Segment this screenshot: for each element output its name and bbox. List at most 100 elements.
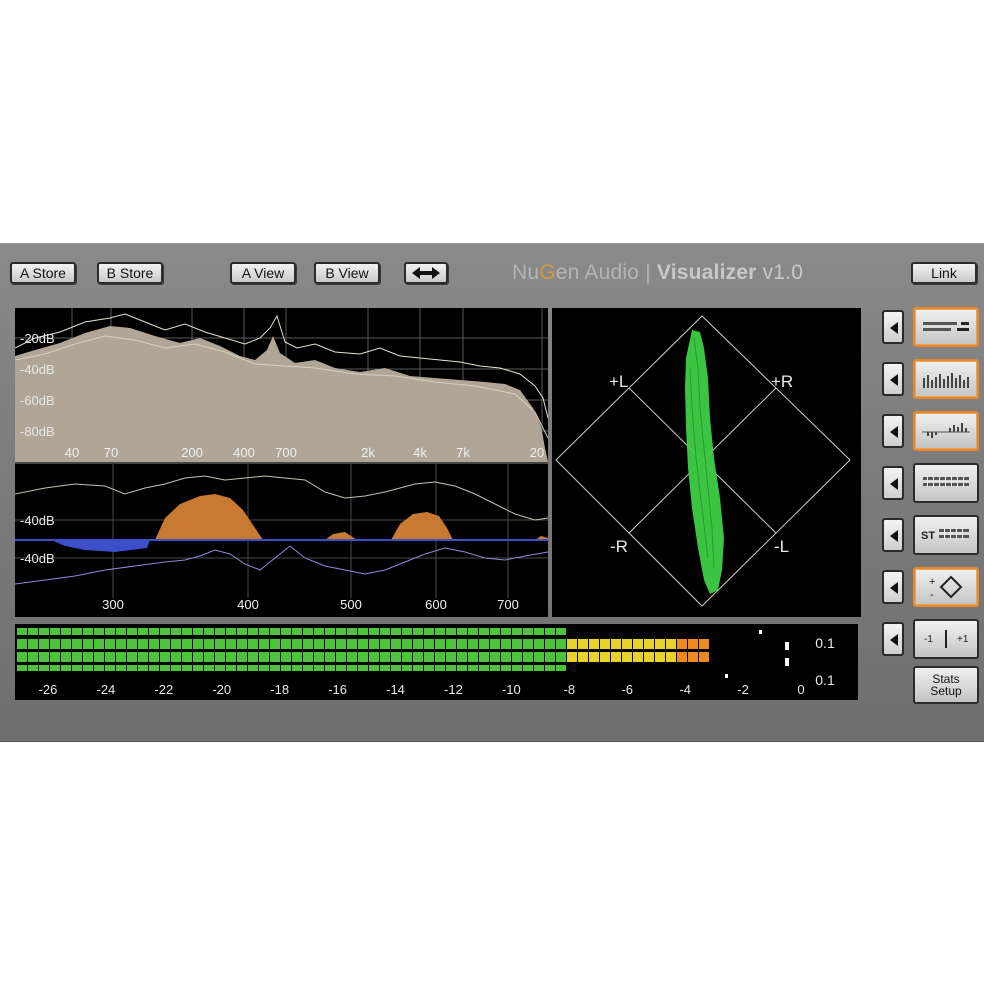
collapse-arrow-button[interactable]: [882, 310, 904, 344]
b-view-button[interactable]: B View: [314, 262, 380, 284]
meter-segment: [424, 665, 434, 671]
stats-setup-button[interactable]: Stats Setup: [913, 666, 979, 704]
a-view-button[interactable]: A View: [230, 262, 296, 284]
meter-segment: [171, 665, 181, 671]
meter-segment: [611, 639, 621, 649]
mode-button-spectrum[interactable]: [913, 359, 979, 399]
difference-x-label: 300: [102, 597, 124, 612]
mode-button-meter-bars[interactable]: [913, 307, 979, 347]
meter-segment: [72, 639, 82, 649]
meter-segment: [347, 639, 357, 649]
meter-segment: [171, 652, 181, 662]
meter-segment: [578, 639, 588, 649]
meter-segment: [435, 665, 445, 671]
meter-segment: [325, 665, 335, 671]
mode-button-difference[interactable]: [913, 411, 979, 451]
meter-peak-holds: [725, 630, 789, 678]
meter-segment: [534, 652, 544, 662]
meter-segment: [490, 665, 500, 671]
meter-segment: [127, 652, 137, 662]
difference-positive-area: [155, 494, 263, 540]
collapse-arrow-button[interactable]: [882, 622, 904, 656]
meter-segment: [204, 665, 214, 671]
spectrum-x-label: 7k: [456, 445, 470, 460]
meter-segment: [116, 652, 126, 662]
difference-x-labels: 300 400 500 600 700: [102, 597, 519, 612]
b-store-button[interactable]: B Store: [97, 262, 163, 284]
triangle-left-icon: [890, 426, 898, 438]
meter-segment: [215, 652, 225, 662]
meter-segment: [50, 628, 60, 635]
difference-lower-envelope: [14, 545, 549, 585]
meter-segment: [512, 628, 522, 635]
meter-segment: [336, 652, 346, 662]
meter-segment: [182, 639, 192, 649]
mode-button-vectorscope[interactable]: + -: [913, 567, 979, 607]
mode-button-correlation[interactable]: -1 +1: [913, 619, 979, 659]
collapse-arrow-button[interactable]: [882, 518, 904, 552]
triangle-left-icon: [890, 634, 898, 646]
swap-ab-button[interactable]: [404, 262, 448, 284]
spectrum-x-label: 70: [104, 445, 118, 460]
meter-segment: [292, 665, 302, 671]
meter-segment: [39, 639, 49, 649]
meter-scale-label: -8: [564, 682, 576, 697]
meter-segment: [314, 628, 324, 635]
spectrum-x-label: 40: [65, 445, 79, 460]
collapse-arrow-button[interactable]: [882, 362, 904, 396]
meter-segment: [358, 665, 368, 671]
collapse-arrow-button[interactable]: [882, 414, 904, 448]
collapse-arrow-button[interactable]: [882, 466, 904, 500]
link-button[interactable]: Link: [911, 262, 977, 284]
meter-segment: [204, 652, 214, 662]
svg-text:+1: +1: [957, 634, 969, 645]
meter-scale-label: -10: [502, 682, 521, 697]
meter-segment: [622, 652, 632, 662]
spectrum-x-label: 400: [233, 445, 255, 460]
correlation-icon: -1 +1: [924, 630, 969, 648]
meter-scale-label: -4: [679, 682, 691, 697]
meter-scale-label: -24: [96, 682, 115, 697]
meter-segment: [303, 639, 313, 649]
meter-segment: [523, 628, 533, 635]
meter-segment: [182, 652, 192, 662]
a-store-button[interactable]: A Store: [10, 262, 76, 284]
meter-segment: [358, 628, 368, 635]
meter-segment: [402, 639, 412, 649]
spectrum-x-label: 200: [181, 445, 203, 460]
meter-segment: [545, 628, 555, 635]
stereo-bargraph-icon: ST: [921, 528, 969, 542]
difference-negative-area: [51, 540, 150, 552]
meter-segment: [446, 652, 456, 662]
visualizer-plugin: A Store B Store A View B View NuGen Audi…: [0, 243, 984, 742]
meter-segment: [248, 628, 258, 635]
meter-segment: [402, 665, 412, 671]
brand-audio: en Audio: [555, 261, 640, 284]
meter-segment: [17, 652, 27, 662]
meter-segment: [358, 652, 368, 662]
difference-y-label: -40dB: [20, 513, 55, 528]
meter-segment: [292, 652, 302, 662]
difference-x-label: 700: [497, 597, 519, 612]
meter-segment: [369, 639, 379, 649]
mode-button-stereo-bargraph[interactable]: ST: [913, 515, 979, 555]
triangle-left-icon: [890, 322, 898, 334]
mode-button-bargraph[interactable]: [913, 463, 979, 503]
meter-segment: [28, 665, 38, 671]
difference-upper-envelope: [14, 475, 549, 521]
spectrum-x-label: 2k: [361, 445, 375, 460]
vectorscope-label-plus-l: +L: [609, 372, 628, 391]
meter-segment: [347, 628, 357, 635]
meter-segment: [457, 639, 467, 649]
meter-segment: [237, 652, 247, 662]
meter-scale-label: -14: [386, 682, 405, 697]
meter-segment: [413, 628, 423, 635]
meter-segment: [501, 652, 511, 662]
collapse-arrow-button[interactable]: [882, 570, 904, 604]
meter-segment: [314, 665, 324, 671]
difference-positive-area-2: [325, 532, 357, 540]
level-meter-panel: -26 -24 -22 -20 -18 -16 -14 -12 -10 -8 -6 -4 -2 0 0.1…: [15, 624, 858, 700]
meter-segment: [501, 628, 511, 635]
meter-segment: [94, 665, 104, 671]
meter-segment: [413, 652, 423, 662]
